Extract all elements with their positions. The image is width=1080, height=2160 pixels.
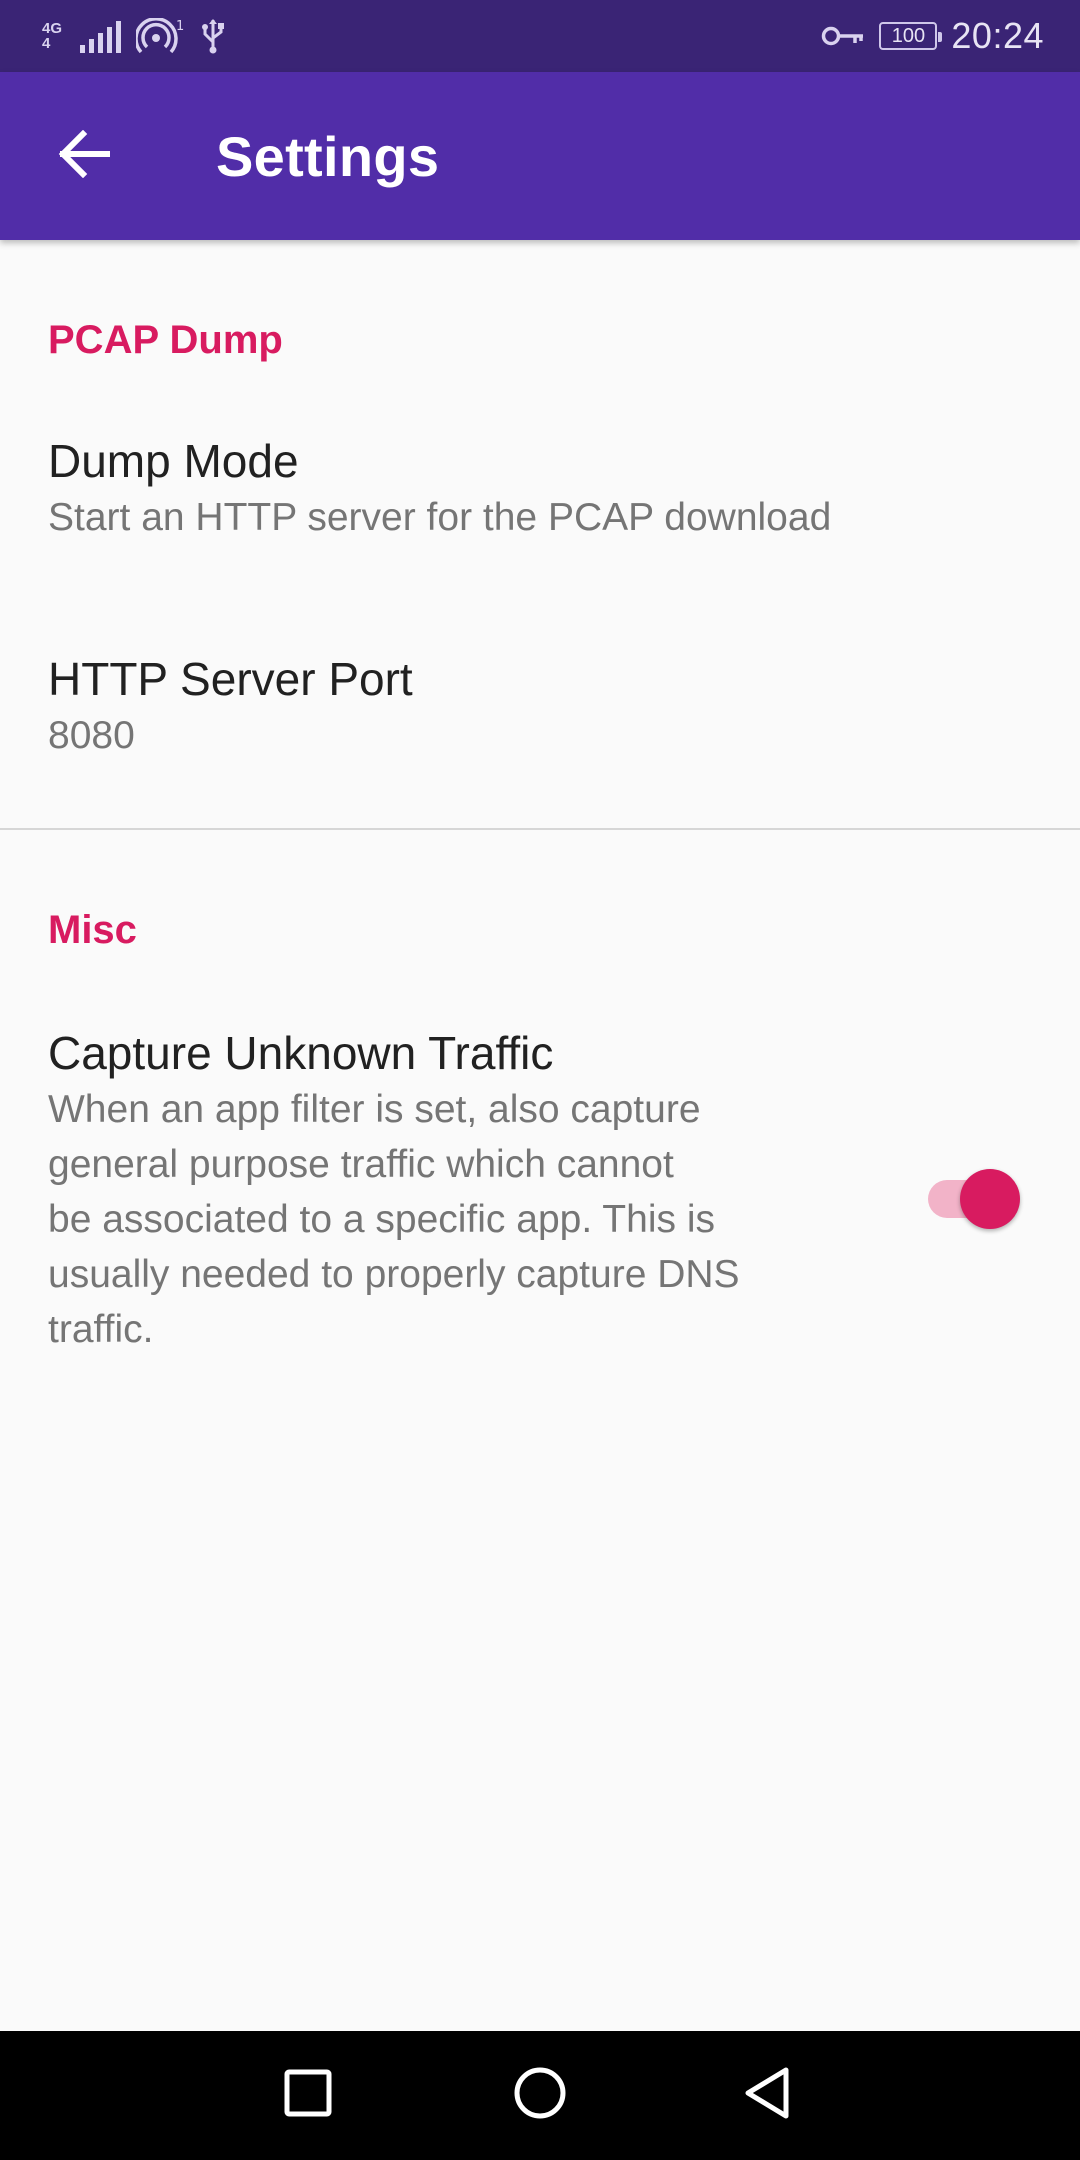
network-type: 4G 4	[42, 21, 62, 51]
home-button[interactable]	[504, 2059, 576, 2131]
vpn-key-icon	[821, 24, 865, 48]
navigation-bar	[0, 2031, 1080, 2160]
summary-line: traffic.	[48, 1308, 154, 1351]
switch-thumb	[960, 1169, 1020, 1229]
triangle-back-icon	[742, 2065, 794, 2126]
app-bar: Settings	[0, 72, 1080, 240]
category-pcap-dump: PCAP Dump	[48, 318, 283, 362]
pref-dump-mode[interactable]: Dump Mode Start an HTTP server for the P…	[0, 418, 1080, 624]
pref-capture-unknown-summary: When an app filter is set, also capture …	[48, 1082, 868, 1357]
hotspot-icon: 1	[136, 18, 186, 54]
pref-http-port-title: HTTP Server Port	[48, 653, 413, 705]
status-left: 4G 4 1	[42, 18, 226, 54]
square-icon	[282, 2067, 334, 2124]
category-misc: Misc	[48, 908, 137, 952]
pref-dump-mode-title: Dump Mode	[48, 435, 299, 487]
pref-http-server-port[interactable]: HTTP Server Port 8080	[0, 636, 1080, 846]
pref-capture-unknown-traffic[interactable]: Capture Unknown Traffic When an app filt…	[0, 1010, 1080, 1630]
signal-icon	[78, 19, 122, 53]
summary-line: be associated to a specific app. This is	[48, 1198, 715, 1241]
usb-icon	[200, 18, 226, 54]
section-divider	[0, 828, 1080, 830]
nav-back-button[interactable]	[732, 2059, 804, 2131]
settings-screen: 4G 4 1 100 20:24 Settings PCAP Dump Dump…	[0, 0, 1080, 2160]
summary-line: When an app filter is set, also capture	[48, 1088, 701, 1131]
pref-http-port-summary: 8080	[48, 714, 135, 757]
status-bar: 4G 4 1 100 20:24	[0, 0, 1080, 72]
status-time: 20:24	[951, 15, 1044, 56]
back-button[interactable]	[24, 96, 144, 216]
pref-dump-mode-summary: Start an HTTP server for the PCAP downlo…	[48, 496, 832, 539]
battery-icon: 100	[879, 22, 943, 50]
network-sub-label: 4	[42, 35, 51, 52]
battery-level: 100	[891, 24, 926, 47]
network-type-label: 4G	[42, 20, 63, 37]
summary-line: usually needed to properly capture DNS	[48, 1253, 740, 1296]
arrow-back-icon	[57, 129, 111, 183]
status-right: 100 20:24	[821, 15, 1044, 57]
page-title: Settings	[216, 124, 440, 188]
pref-capture-unknown-title: Capture Unknown Traffic	[48, 1027, 554, 1079]
capture-unknown-switch[interactable]	[924, 1160, 1020, 1232]
circle-icon	[512, 2065, 568, 2126]
recents-button[interactable]	[272, 2059, 344, 2131]
summary-line: general purpose traffic which cannot	[48, 1143, 674, 1186]
hotspot-badge: 1	[176, 19, 184, 34]
